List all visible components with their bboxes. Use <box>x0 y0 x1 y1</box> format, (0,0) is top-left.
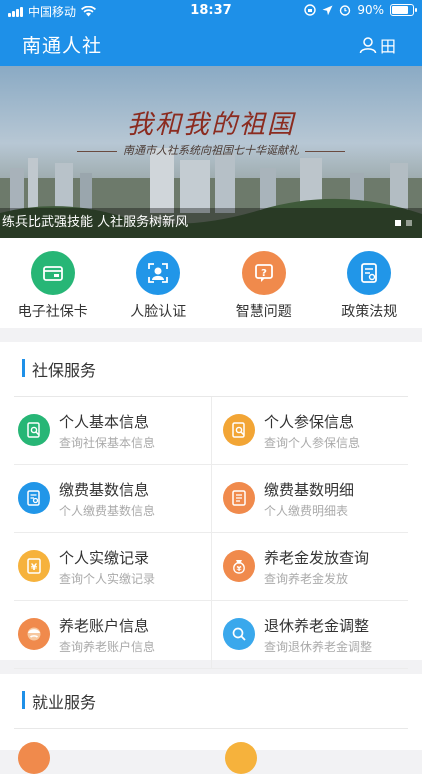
app-title: 南通人社 <box>22 31 102 58</box>
battery-percent: 90% <box>357 3 384 17</box>
carousel-dots[interactable] <box>395 220 412 226</box>
magnifier-icon <box>223 618 255 650</box>
question-icon: ? <box>242 251 286 295</box>
social-insurance-section: 社保服务 个人基本信息 查询社保基本信息 个人参保信息 查询个人参保信息 缴费基… <box>0 342 422 660</box>
svg-text:¥: ¥ <box>237 565 242 573</box>
service-pension-adjust[interactable]: 退休养老金调整 查询退休养老金调整 <box>211 601 408 669</box>
elder-icon <box>18 618 50 650</box>
service-pension-account[interactable]: 养老账户信息 查询养老账户信息 <box>14 601 211 669</box>
section-accent-bar <box>22 359 25 377</box>
section-accent-bar <box>22 691 25 709</box>
quick-label: 智慧问题 <box>211 301 317 321</box>
service-desc: 查询退休养老金调整 <box>264 638 372 655</box>
battery-icon <box>390 4 414 16</box>
service-name: 退休养老金调整 <box>264 615 369 636</box>
quick-label: 政策法规 <box>317 301 422 321</box>
quick-smart-questions[interactable]: ? 智慧问题 <box>211 238 317 328</box>
service-desc: 个人缴费明细表 <box>264 502 348 519</box>
banner-subtitle: 南通市人社系统向祖国七十华诞献礼 <box>0 142 422 158</box>
service-name: 养老账户信息 <box>59 615 149 636</box>
service-insurance-info[interactable]: 个人参保信息 查询个人参保信息 <box>211 397 408 465</box>
card-icon <box>31 251 75 295</box>
svg-text:?: ? <box>261 268 267 279</box>
service-desc: 查询个人参保信息 <box>264 434 360 451</box>
carousel-dot[interactable] <box>406 220 412 226</box>
carousel-dot[interactable] <box>395 220 401 226</box>
user-button[interactable]: 田 <box>359 33 396 57</box>
employment-icon-orange <box>18 742 50 774</box>
status-bar: 中国移动 18:37 90% <box>0 0 422 22</box>
service-base-detail[interactable]: 缴费基数明细 个人缴费明细表 <box>211 465 408 533</box>
service-desc: 查询养老金发放 <box>264 570 348 587</box>
service-base-info[interactable]: 缴费基数信息 个人缴费基数信息 <box>14 465 211 533</box>
location-icon <box>322 5 333 16</box>
section-title: 就业服务 <box>32 689 96 713</box>
service-basic-info[interactable]: 个人基本信息 查询社保基本信息 <box>14 397 211 465</box>
employment-section: 就业服务 <box>0 674 422 750</box>
section-header: 社保服务 <box>14 342 408 397</box>
section-title: 社保服务 <box>32 357 96 381</box>
service-name: 养老金发放查询 <box>264 547 369 568</box>
service-payment-record[interactable]: ¥ 个人实缴记录 查询个人实缴记录 <box>14 533 211 601</box>
search-doc-icon <box>18 482 50 514</box>
banner-caption: 练兵比武强技能 人社服务树新风 <box>0 208 422 238</box>
service-pension-payment[interactable]: ¥ 养老金发放查询 查询养老金发放 <box>211 533 408 601</box>
quick-e-social-card[interactable]: 电子社保卡 <box>0 238 106 328</box>
service-name: 缴费基数信息 <box>59 479 149 500</box>
service-desc: 查询个人实缴记录 <box>59 570 155 587</box>
policy-icon <box>347 251 391 295</box>
user-name: 田 <box>380 33 396 57</box>
section-header: 就业服务 <box>14 674 408 729</box>
list-doc-icon <box>223 482 255 514</box>
user-icon <box>359 36 377 54</box>
search-doc-icon <box>223 414 255 446</box>
quick-label: 人脸认证 <box>106 301 212 321</box>
rotation-lock-icon <box>304 4 316 16</box>
yen-doc-icon: ¥ <box>18 550 50 582</box>
service-name: 个人基本信息 <box>59 411 149 432</box>
service-desc: 查询养老账户信息 <box>59 638 155 655</box>
service-name: 缴费基数明细 <box>264 479 354 500</box>
quick-actions: 电子社保卡 人脸认证 ? 智慧问题 政策法规 <box>0 238 422 328</box>
service-name: 个人实缴记录 <box>59 547 149 568</box>
alarm-icon <box>339 4 351 16</box>
employment-icon-amber <box>225 742 257 774</box>
service-name: 个人参保信息 <box>264 411 354 432</box>
banner-slogan: 我和我的祖国 <box>0 104 422 141</box>
nav-bar: 南通人社 田 <box>0 22 422 66</box>
search-doc-icon <box>18 414 50 446</box>
banner-carousel[interactable]: 我和我的祖国 南通市人社系统向祖国七十华诞献礼 练兵比武强技能 人社服务树新风 <box>0 66 422 238</box>
svg-text:¥: ¥ <box>31 563 38 573</box>
face-icon <box>136 251 180 295</box>
quick-face-auth[interactable]: 人脸认证 <box>106 238 212 328</box>
service-desc: 个人缴费基数信息 <box>59 502 155 519</box>
quick-policy[interactable]: 政策法规 <box>317 238 422 328</box>
quick-label: 电子社保卡 <box>0 301 106 321</box>
money-bag-icon: ¥ <box>223 550 255 582</box>
service-desc: 查询社保基本信息 <box>59 434 155 451</box>
